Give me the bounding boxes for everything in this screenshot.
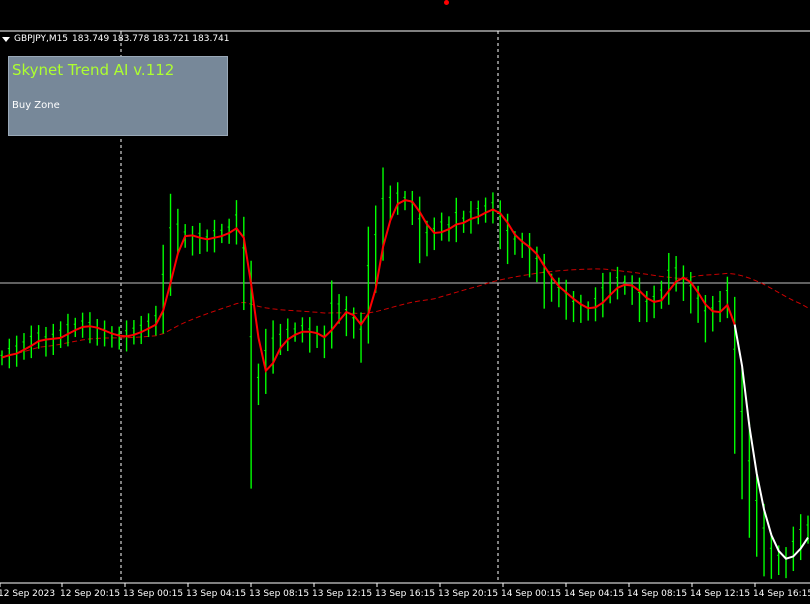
x-tick-label: 14 Sep 08:15 (627, 589, 687, 599)
x-tick-label: 13 Sep 12:15 (312, 589, 372, 599)
x-tick-label: 14 Sep 00:15 (501, 589, 561, 599)
trend-line-group (1, 199, 809, 560)
moving-average-line (1, 268, 809, 358)
candles-group (0, 167, 809, 579)
x-tick-label: 13 Sep 16:15 (375, 589, 435, 599)
symbol-name: GBPJPY,M15 (14, 34, 69, 44)
x-axis-labels: 12 Sep 2023 12 Sep 20:15 13 Sep 00:15 13 Se… (0, 583, 810, 599)
x-tick-label: 14 Sep 04:15 (564, 589, 624, 599)
x-tick-label: 12 Sep 2023 (0, 589, 55, 599)
x-tick-label: 13 Sep 20:15 (438, 589, 498, 599)
x-tick-label: 13 Sep 04:15 (186, 589, 246, 599)
x-tick-label: 13 Sep 00:15 (123, 589, 183, 599)
indicator-status: Buy Zone (12, 100, 60, 111)
chevron-down-icon[interactable] (2, 36, 10, 42)
symbol-header: GBPJPY,M15 183.749 183.778 183.721 183.7… (2, 33, 230, 45)
x-tick-label: 13 Sep 08:15 (249, 589, 309, 599)
indicator-title: Skynet Trend AI v.112 (12, 61, 175, 79)
ohlc-values: 183.749 183.778 183.721 183.741 (72, 34, 230, 44)
x-tick-label: 12 Sep 20:15 (60, 589, 120, 599)
dashed-moving-average (1, 268, 809, 358)
x-tick-label: 14 Sep 12:15 (690, 589, 750, 599)
indicator-info-panel: Skynet Trend AI v.112 Buy Zone (8, 56, 228, 136)
x-tick-label: 14 Sep 16:15 (753, 589, 810, 599)
trend-line-white (733, 324, 809, 560)
price-marker-dot (444, 0, 449, 5)
